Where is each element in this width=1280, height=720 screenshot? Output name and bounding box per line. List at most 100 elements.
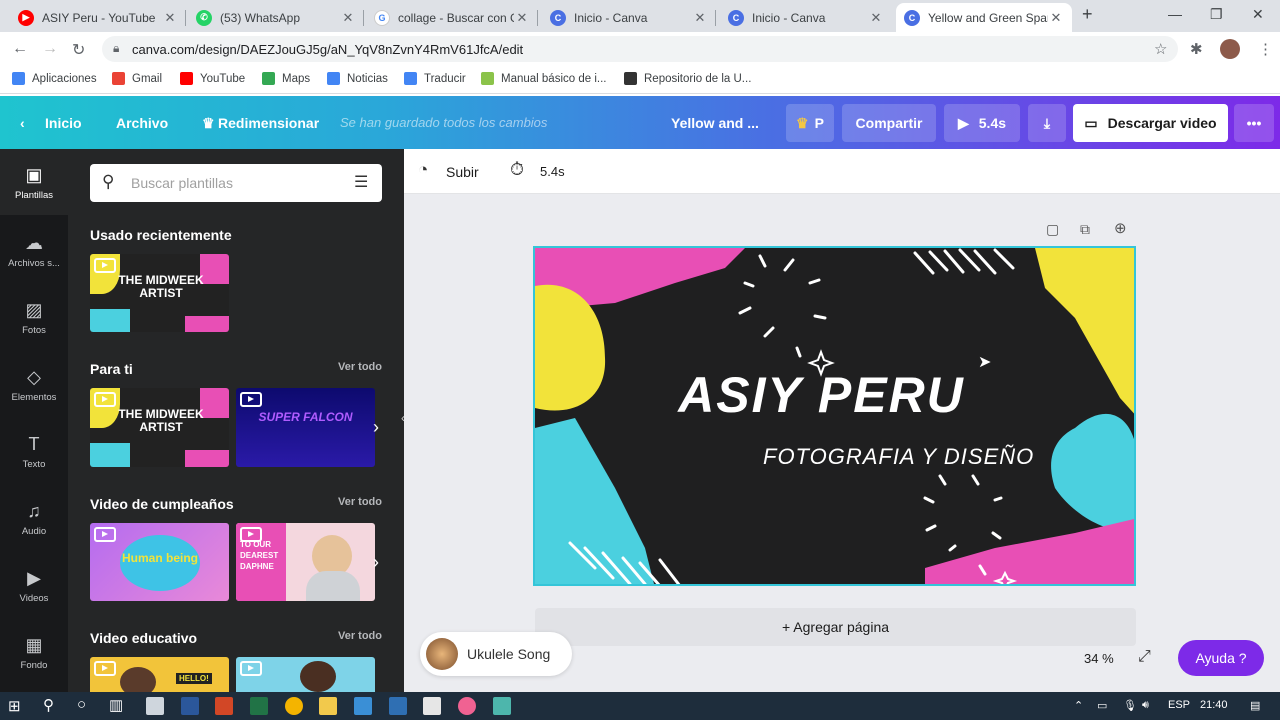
bookmark-manual[interactable]: Manual básico de i...: [481, 72, 606, 85]
notification-icon[interactable]: ▤: [1250, 699, 1260, 712]
document-title[interactable]: Yellow and ...: [671, 115, 759, 131]
template-thumb-midweek[interactable]: THE MIDWEEK ARTIST: [90, 388, 229, 467]
search-input[interactable]: Buscar plantillas: [131, 175, 233, 191]
resize-button[interactable]: Redimensionar: [218, 115, 319, 131]
download-video-button[interactable]: ▭ Descargar video: [1073, 104, 1228, 142]
design-title[interactable]: ASIY PERU: [535, 366, 1134, 424]
chevron-right-icon[interactable]: ›: [373, 552, 379, 573]
tab-whatsapp[interactable]: ✆ (53) WhatsApp ✕: [188, 3, 364, 32]
tray-chevron-icon[interactable]: ⌃: [1074, 699, 1083, 712]
file-menu[interactable]: Archivo: [116, 115, 168, 131]
duplicate-icon[interactable]: ⧉: [1080, 221, 1090, 238]
tab-google-search[interactable]: G collage - Buscar con Go ✕: [366, 3, 538, 32]
lock-icon[interactable]: 🔒︎: [113, 41, 119, 56]
template-thumb-dearest[interactable]: TO OUR DEAREST DAPHNE: [236, 523, 375, 601]
close-icon[interactable]: ✕: [1048, 10, 1064, 26]
download-icon[interactable]: ⤓: [1028, 104, 1066, 142]
bookmark-repositorio[interactable]: Repositorio de la U...: [624, 72, 751, 85]
star-icon[interactable]: ☆: [1154, 40, 1167, 58]
new-tab-button[interactable]: +: [1082, 4, 1093, 25]
minimize-icon[interactable]: —: [1168, 6, 1182, 22]
chrome-active-icon[interactable]: [458, 697, 476, 715]
rail-background[interactable]: ▦ Fondo: [0, 635, 68, 671]
template-thumb-hello[interactable]: HELLO!: [90, 657, 229, 692]
extensions-icon[interactable]: ✱: [1190, 40, 1203, 58]
reload-icon[interactable]: ↻: [72, 40, 85, 60]
cortana-icon[interactable]: ○: [77, 696, 86, 713]
forward-icon[interactable]: →: [42, 40, 58, 58]
profile-avatar[interactable]: [1220, 39, 1240, 59]
powerpoint-icon[interactable]: [215, 697, 233, 715]
microphone-icon[interactable]: 🎙︎: [1123, 699, 1137, 712]
url-text[interactable]: canva.com/design/DAEZJouGJ5g/aN_YqV8nZvn…: [132, 42, 523, 57]
see-all-link[interactable]: Ver todo: [338, 361, 382, 373]
volume-icon[interactable]: 🔊︎: [1142, 699, 1149, 712]
close-icon[interactable]: ✕: [340, 10, 356, 26]
chevron-right-icon[interactable]: ›: [373, 417, 379, 438]
template-thumb-child[interactable]: [236, 657, 375, 692]
play-button[interactable]: ▶ 5.4s: [944, 104, 1020, 142]
home-link[interactable]: Inicio: [45, 115, 82, 131]
template-thumb-falcon[interactable]: SUPER FALCON: [236, 388, 375, 467]
rail-text[interactable]: T Texto: [0, 434, 68, 470]
fullscreen-icon[interactable]: ⤢: [1138, 648, 1151, 666]
timer-icon[interactable]: ⏱: [510, 159, 524, 180]
search-icon[interactable]: ⚲: [43, 696, 54, 714]
close-icon[interactable]: ✕: [514, 10, 530, 26]
word-icon[interactable]: [181, 697, 199, 715]
design-canvas[interactable]: ASIY PERU FOTOGRAFIA Y DISEÑO: [533, 246, 1136, 586]
rail-uploads[interactable]: ☁ Archivos s...: [0, 233, 68, 269]
share-button[interactable]: Compartir: [842, 104, 936, 142]
pro-button[interactable]: ♛ P: [786, 104, 834, 142]
bookmark-maps[interactable]: Maps: [262, 72, 310, 85]
app-icon[interactable]: [493, 697, 511, 715]
close-icon[interactable]: ✕: [868, 10, 884, 26]
bookmark-news[interactable]: Noticias: [327, 72, 388, 85]
rail-templates[interactable]: ▣ Plantillas: [0, 149, 68, 215]
task-view-icon[interactable]: ▥: [109, 696, 123, 714]
rail-photos[interactable]: ▨ Fotos: [0, 300, 68, 336]
template-thumb-human-being[interactable]: Human being: [90, 523, 229, 601]
app-icon[interactable]: [354, 697, 372, 715]
close-window-icon[interactable]: ✕: [1252, 6, 1264, 23]
rail-videos[interactable]: ▶ Videos: [0, 568, 68, 604]
network-icon[interactable]: ▭: [1097, 699, 1107, 712]
bookmark-gmail[interactable]: Gmail: [112, 72, 162, 85]
keyboard-language[interactable]: ESP: [1168, 699, 1190, 711]
duration-button[interactable]: 5.4s: [540, 164, 565, 179]
bookmark-youtube[interactable]: YouTube: [180, 72, 245, 85]
search-box[interactable]: ⚲ Buscar plantillas ☰: [90, 164, 382, 202]
help-button[interactable]: Ayuda ?: [1178, 640, 1264, 676]
menu-icon[interactable]: ⋮: [1258, 40, 1273, 58]
tab-canva-home-2[interactable]: C Inicio - Canva ✕: [720, 3, 892, 32]
close-icon[interactable]: ✕: [692, 10, 708, 26]
see-all-link[interactable]: Ver todo: [338, 630, 382, 642]
template-thumb-midweek-recent[interactable]: THE MIDWEEK ARTIST: [90, 254, 229, 332]
audio-track-chip[interactable]: Ukulele Song: [420, 632, 572, 676]
bookmark-apps[interactable]: Aplicaciones: [12, 72, 97, 85]
back-icon[interactable]: ←: [12, 40, 28, 58]
clock[interactable]: 21:40: [1200, 699, 1228, 711]
add-page-button[interactable]: + Agregar página: [535, 608, 1136, 646]
zoom-level[interactable]: 34 %: [1084, 651, 1114, 666]
mail-icon[interactable]: [146, 697, 164, 715]
close-icon[interactable]: ✕: [162, 10, 178, 26]
filter-icon[interactable]: ☰: [354, 172, 368, 192]
tab-canva-design[interactable]: C Yellow and Green Spar ✕: [896, 3, 1072, 32]
file-explorer-icon[interactable]: [319, 697, 337, 715]
bookmark-translate[interactable]: Traducir: [404, 72, 466, 85]
tab-canva-home-1[interactable]: C Inicio - Canva ✕: [542, 3, 716, 32]
chrome-icon[interactable]: [285, 697, 303, 715]
add-page-icon[interactable]: ⊕: [1114, 219, 1127, 237]
upload-button[interactable]: Subir: [446, 164, 479, 180]
excel-icon[interactable]: [250, 697, 268, 715]
rail-elements[interactable]: ◇ Elementos: [0, 367, 68, 403]
see-all-link[interactable]: Ver todo: [338, 496, 382, 508]
app-icon[interactable]: [389, 697, 407, 715]
restore-icon[interactable]: ❐: [1210, 6, 1223, 23]
design-subtitle[interactable]: FOTOGRAFIA Y DISEÑO: [763, 444, 1034, 470]
chevron-left-icon[interactable]: ‹: [20, 115, 25, 131]
photos-icon[interactable]: [423, 697, 441, 715]
rail-audio[interactable]: ♫ Audio: [0, 501, 68, 537]
note-icon[interactable]: ▢: [1046, 221, 1059, 238]
